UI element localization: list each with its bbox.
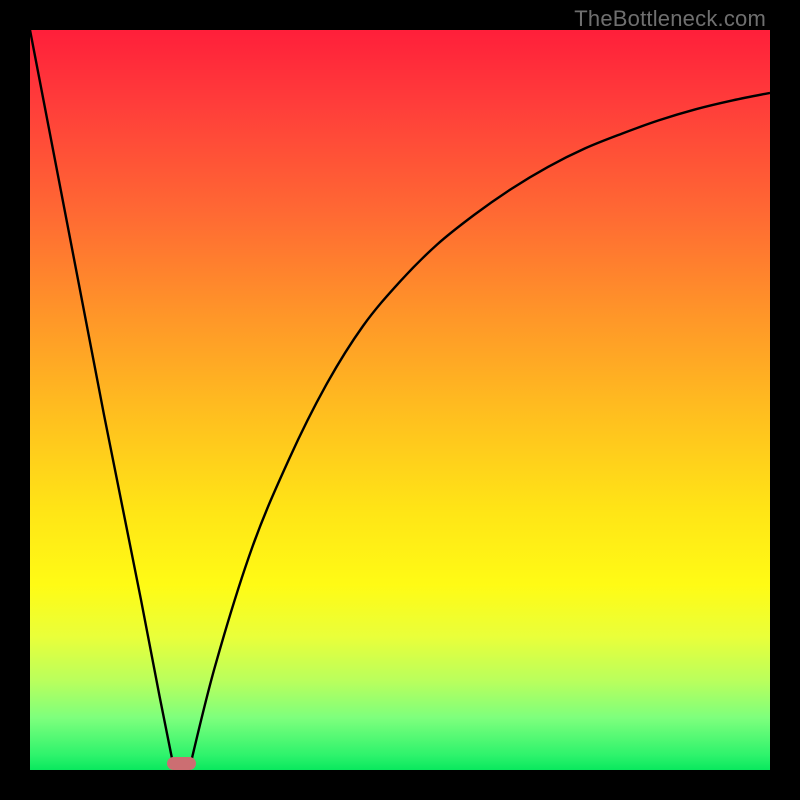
chart-curve-layer <box>30 30 770 770</box>
baseline-marker <box>167 757 197 770</box>
curve-left-branch <box>30 30 174 770</box>
watermark-text: TheBottleneck.com <box>574 6 766 32</box>
curve-right-branch <box>189 93 770 770</box>
chart-frame: TheBottleneck.com <box>0 0 800 800</box>
